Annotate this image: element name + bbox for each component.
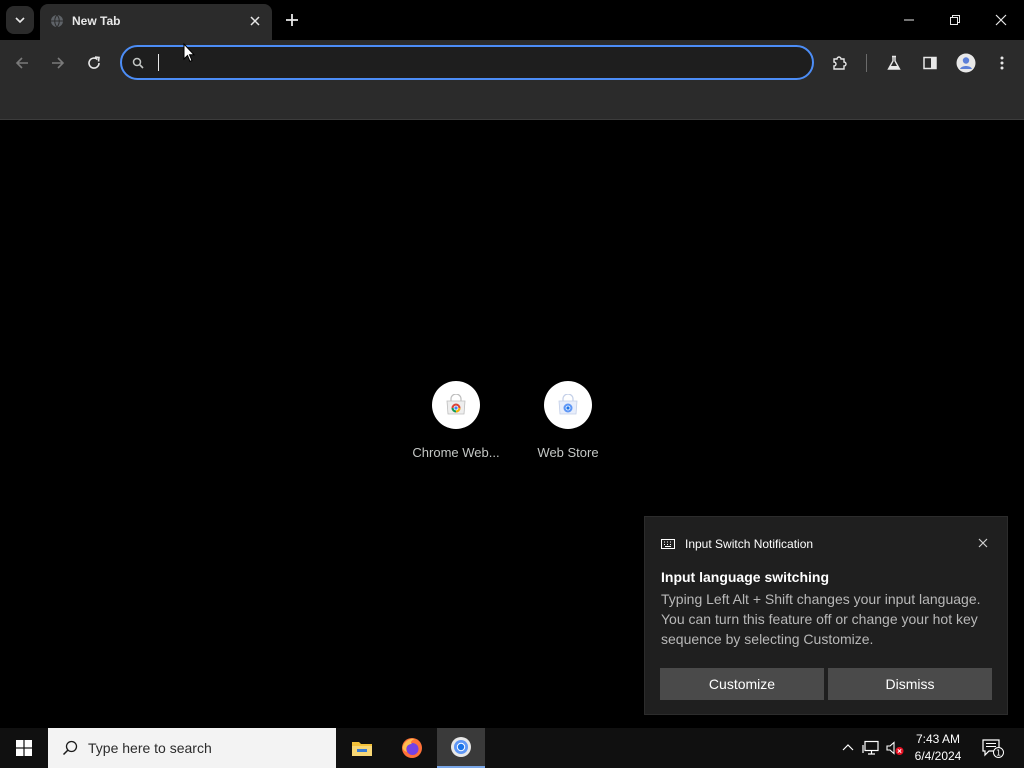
tab-title: New Tab	[72, 14, 121, 28]
shortcut-chrome-web-store[interactable]: Chrome Web...	[400, 381, 512, 471]
shortcut-label: Chrome Web...	[412, 445, 500, 460]
minimize-icon	[904, 19, 914, 21]
volume-button[interactable]	[885, 738, 905, 758]
arrow-right-icon	[52, 57, 65, 69]
puzzle-icon	[833, 56, 847, 70]
shortcut-tile	[544, 381, 592, 429]
toolbar-divider	[866, 54, 867, 72]
network-button[interactable]	[861, 738, 881, 758]
tab-new-tab[interactable]: New Tab	[40, 4, 272, 40]
volume-muted-icon	[886, 741, 904, 755]
search-icon	[60, 738, 80, 758]
labs-button[interactable]	[880, 49, 908, 77]
chevron-down-icon	[15, 17, 25, 24]
extensions-button[interactable]	[826, 49, 854, 77]
customize-button[interactable]: Customize	[660, 668, 824, 700]
dismiss-button[interactable]: Dismiss	[828, 668, 992, 700]
close-icon	[995, 14, 1007, 26]
clock-date: 6/4/2024	[914, 749, 962, 763]
more-vertical-icon	[1000, 56, 1004, 70]
back-button[interactable]	[8, 49, 36, 77]
side-panel-button[interactable]	[916, 49, 944, 77]
minimize-button[interactable]	[886, 0, 932, 40]
keyboard-icon	[661, 539, 675, 549]
restore-icon	[950, 15, 960, 25]
notification-center-icon: 1	[982, 739, 1004, 758]
reload-icon	[88, 56, 100, 69]
taskbar-search-placeholder: Type here to search	[88, 740, 212, 756]
start-button[interactable]	[0, 728, 48, 768]
notification-body: Typing Left Alt + Shift changes your inp…	[661, 591, 981, 647]
notification-title: Input language switching	[661, 569, 829, 585]
text-caret	[158, 54, 159, 71]
side-panel-icon	[923, 56, 937, 70]
plus-icon	[286, 14, 298, 26]
taskbar-search-box[interactable]: Type here to search	[48, 728, 336, 768]
taskbar: Type here to search 7:43 AM 6/4/2024 1	[0, 728, 1024, 768]
profile-button[interactable]	[952, 49, 980, 77]
bookmarks-bar	[0, 86, 1024, 120]
tab-strip: New Tab	[0, 0, 1024, 40]
web-store-icon	[558, 394, 578, 415]
mouse-cursor-icon	[183, 43, 195, 63]
notification-header: Input Switch Notification	[661, 537, 813, 551]
windows-logo-icon	[16, 740, 32, 756]
notification-close-button[interactable]	[975, 535, 991, 551]
close-icon	[250, 16, 260, 26]
tab-close-button[interactable]	[246, 12, 264, 30]
taskbar-chrome[interactable]	[437, 728, 485, 768]
notification-app-name: Input Switch Notification	[685, 537, 814, 551]
globe-icon	[51, 14, 63, 28]
address-input[interactable]	[156, 52, 796, 74]
chrome-icon	[451, 737, 471, 757]
chrome-web-store-icon	[446, 394, 466, 415]
forward-button[interactable]	[44, 49, 72, 77]
clock-time: 7:43 AM	[915, 732, 961, 746]
action-center-button[interactable]: 1	[978, 736, 1008, 760]
restore-button[interactable]	[932, 0, 978, 40]
shortcut-tile	[432, 381, 480, 429]
taskbar-clock[interactable]: 7:43 AM 6/4/2024	[908, 731, 968, 765]
avatar-icon	[956, 53, 976, 73]
taskbar-firefox[interactable]	[388, 728, 436, 768]
tab-search-button[interactable]	[6, 6, 34, 34]
browser-toolbar	[0, 40, 1024, 86]
reload-button[interactable]	[80, 49, 108, 77]
address-bar[interactable]	[120, 45, 814, 80]
taskbar-file-explorer[interactable]	[338, 728, 386, 768]
firefox-icon	[402, 738, 422, 758]
network-icon	[862, 740, 879, 755]
chevron-up-icon	[842, 744, 854, 751]
close-icon	[978, 538, 988, 548]
close-window-button[interactable]	[978, 0, 1024, 40]
notification-count-badge: 1	[996, 749, 1001, 758]
shortcut-label: Web Store	[537, 445, 599, 460]
arrow-left-icon	[15, 57, 28, 69]
new-tab-button[interactable]	[280, 8, 304, 32]
show-hidden-icons-button[interactable]	[838, 738, 858, 758]
notification-toast: Input Switch Notification Input language…	[644, 516, 1008, 715]
folder-icon	[352, 742, 372, 756]
shortcut-web-store[interactable]: Web Store	[512, 381, 624, 471]
flask-icon	[887, 55, 901, 70]
search-icon	[130, 55, 146, 71]
menu-button[interactable]	[988, 49, 1016, 77]
